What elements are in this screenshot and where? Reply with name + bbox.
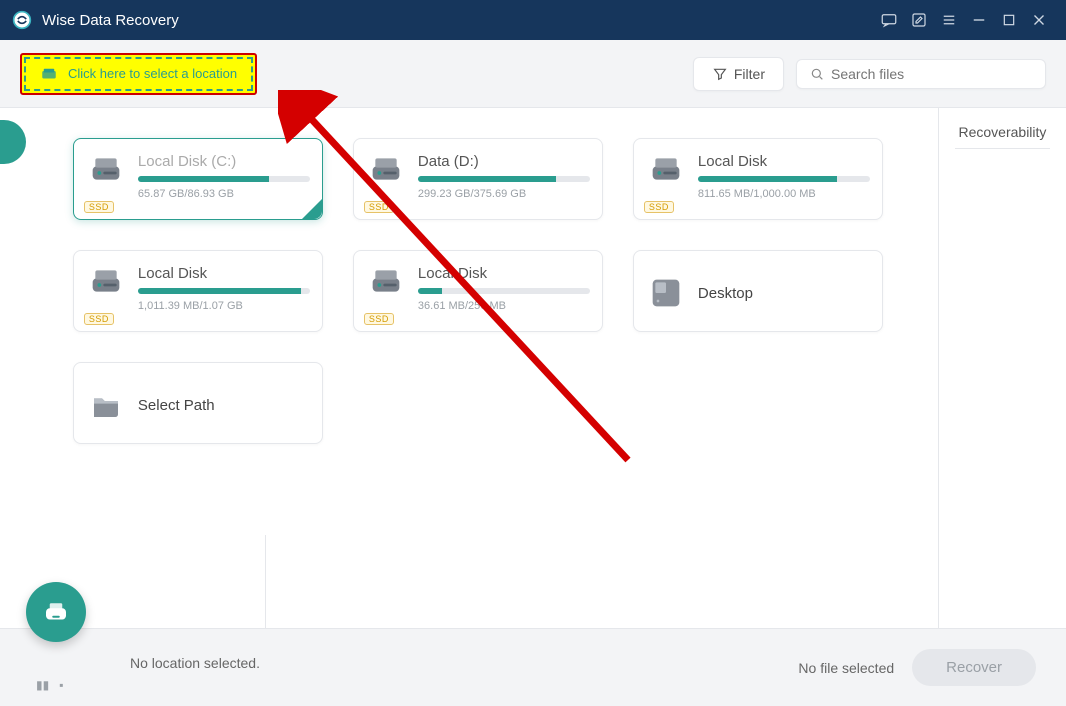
card-desktop[interactable]: Desktop [633,250,883,332]
ssd-badge: SSD [84,201,114,213]
recoverability-tab[interactable]: Recoverability [955,124,1050,149]
disk-card[interactable]: Data (D:) 299.23 GB/375.69 GB SSD [353,138,603,220]
no-file-label: No file selected [798,660,894,676]
ssd-badge: SSD [364,313,394,325]
close-button[interactable] [1024,5,1054,35]
folder-icon [86,389,126,421]
disk-grid: Local Disk (C:)65.87 GB/86.93 GBSSDData … [18,108,938,474]
status-right: No file selected Recover [768,629,1066,706]
ssd-badge: SSD [364,201,394,213]
filter-icon [712,66,728,82]
ssd-badge: SSD [84,313,114,325]
search-box[interactable] [796,59,1046,89]
recover-button[interactable]: Recover [912,649,1036,686]
usage-bar [138,288,310,294]
filter-button[interactable]: Filter [693,57,784,91]
main: Local Disk (C:)65.87 GB/86.93 GBSSDData … [0,108,1066,628]
card-subtitle: 299.23 GB/375.69 GB [418,188,590,200]
card-subtitle: 36.61 MB/256 MB [418,300,590,312]
card-title: Local Disk [698,153,870,170]
selected-check-icon [302,199,322,219]
disk-card[interactable]: Local Disk 1,011.39 MB/1.07 GB SSD [73,250,323,332]
usage-bar [418,176,590,182]
disk-card[interactable]: Local Disk 36.61 MB/256 MB SSD [353,250,603,332]
disk-icon [86,265,126,297]
search-input[interactable] [831,66,1033,82]
toolbar: Click here to select a location Filter [0,40,1066,108]
app-logo-icon [12,10,32,30]
filter-label: Filter [734,66,765,82]
usage-bar [418,288,590,294]
vertical-divider [265,535,266,628]
card-title: Desktop [698,285,870,302]
disk-icon [646,153,686,185]
select-location-label: Click here to select a location [68,66,237,81]
media-controls: ▮▮ ▪ [36,678,63,692]
disk-fab-icon [41,597,71,627]
left-rail [0,108,18,628]
edit-icon[interactable] [904,5,934,35]
minimize-button[interactable] [964,5,994,35]
feedback-icon[interactable] [874,5,904,35]
disk-icon [86,153,126,185]
usage-bar [698,176,870,182]
titlebar: Wise Data Recovery [0,0,1066,40]
desktop-icon [646,277,686,309]
app-title: Wise Data Recovery [42,12,874,29]
usage-bar [138,176,310,182]
card-subtitle: 1,011.39 MB/1.07 GB [138,300,310,312]
menu-icon[interactable] [934,5,964,35]
card-subtitle: 65.87 GB/86.93 GB [138,188,310,200]
card-subtitle: 811.65 MB/1,000.00 MB [698,188,870,200]
right-column: Recoverability [939,108,1066,628]
stop-icon[interactable]: ▪ [59,678,63,692]
disk-card[interactable]: Local Disk 811.65 MB/1,000.00 MB SSD [633,138,883,220]
card-select-path[interactable]: Select Path [73,362,323,444]
status-message: No location selected. [0,629,768,706]
card-title: Local Disk [138,265,310,282]
disk-icon [366,265,406,297]
content-area: Local Disk (C:)65.87 GB/86.93 GBSSDData … [18,108,939,628]
maximize-button[interactable] [994,5,1024,35]
disk-card[interactable]: Local Disk (C:) 65.87 GB/86.93 GB SSD [73,138,323,220]
scan-fab-button[interactable] [26,582,86,642]
card-title: Select Path [138,397,310,414]
disk-icon [366,153,406,185]
card-title: Data (D:) [418,153,590,170]
search-icon [809,66,825,82]
pause-icon[interactable]: ▮▮ [36,678,49,692]
status-bar: No location selected. No file selected R… [0,628,1066,706]
disk-select-icon [40,65,58,83]
select-location-button[interactable]: Click here to select a location [20,53,257,95]
ssd-badge: SSD [644,201,674,213]
card-title: Local Disk (C:) [138,153,310,170]
card-title: Local Disk [418,265,590,282]
